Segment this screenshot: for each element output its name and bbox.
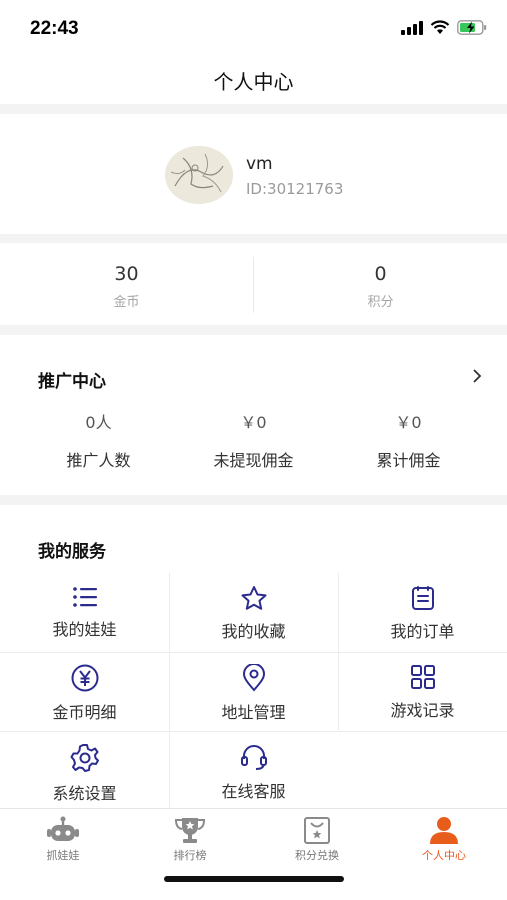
service-settings[interactable]: 系统设置 bbox=[0, 731, 169, 810]
signal-icon bbox=[401, 20, 423, 35]
home-indicator bbox=[164, 876, 344, 882]
service-label: 金币明细 bbox=[52, 703, 117, 722]
yen-coin-icon bbox=[71, 664, 98, 692]
battery-charging-icon bbox=[457, 20, 487, 35]
tab-label: 排行榜 bbox=[173, 849, 207, 862]
tab-points-exchange[interactable]: 积分兑换 bbox=[254, 815, 380, 863]
promo-value: 0人 bbox=[85, 413, 112, 432]
tab-leaderboard[interactable]: 排行榜 bbox=[127, 815, 253, 863]
services-title: 我的服务 bbox=[38, 542, 106, 562]
tab-bar: 抓娃娃 排行榜 积分兑换 个人中心 bbox=[0, 808, 507, 900]
nav-bar: 个人中心 bbox=[0, 58, 507, 104]
promo-value: ￥0 bbox=[395, 413, 422, 432]
asset-value: 0 bbox=[374, 263, 387, 285]
asset-label: 积分 bbox=[367, 295, 394, 310]
asset-value: 30 bbox=[114, 263, 139, 285]
gear-icon bbox=[70, 744, 99, 772]
promo-stat-referrals: 0人 推广人数 bbox=[14, 409, 183, 471]
service-address[interactable]: 地址管理 bbox=[169, 652, 338, 731]
promo-label: 累计佣金 bbox=[376, 451, 441, 470]
user-id: ID:30121763 bbox=[246, 180, 344, 198]
services-card: 我的服务 我的娃娃 我的收藏 我的订单 金币明细 地址管理 游戏记录 系统设置 … bbox=[0, 505, 507, 808]
wifi-icon bbox=[430, 20, 450, 34]
list-icon bbox=[72, 587, 97, 607]
promo-stat-total: ￥0 累计佣金 bbox=[324, 409, 493, 471]
asset-points[interactable]: 0 积分 bbox=[254, 243, 507, 325]
location-pin-icon bbox=[242, 664, 265, 692]
promo-title[interactable]: 推广中心 bbox=[38, 367, 106, 392]
status-bar: 22:43 bbox=[0, 0, 507, 58]
service-my-favorites[interactable]: 我的收藏 bbox=[169, 573, 338, 652]
promo-value: ￥0 bbox=[240, 413, 267, 432]
service-my-dolls[interactable]: 我的娃娃 bbox=[0, 573, 169, 652]
promo-stat-unwithdrawn: ￥0 未提现佣金 bbox=[169, 409, 338, 471]
person-icon bbox=[430, 817, 458, 844]
tab-label: 积分兑换 bbox=[295, 849, 339, 862]
exchange-bag-icon bbox=[304, 817, 330, 844]
service-label: 我的收藏 bbox=[221, 622, 286, 641]
star-icon bbox=[241, 586, 266, 610]
status-time: 22:43 bbox=[30, 18, 79, 39]
service-label: 游戏记录 bbox=[390, 701, 455, 720]
tab-label: 抓娃娃 bbox=[46, 849, 80, 862]
chevron-right-icon[interactable] bbox=[472, 368, 482, 384]
order-icon bbox=[411, 586, 434, 610]
service-label: 我的订单 bbox=[390, 622, 455, 641]
service-label: 在线客服 bbox=[221, 782, 286, 801]
service-customer-support[interactable]: 在线客服 bbox=[169, 731, 338, 810]
grid-icon bbox=[410, 665, 435, 689]
robot-icon bbox=[47, 816, 79, 841]
service-label: 我的娃娃 bbox=[52, 620, 117, 639]
trophy-icon bbox=[174, 818, 206, 843]
asset-coins[interactable]: 30 金币 bbox=[0, 243, 253, 325]
username: vm bbox=[246, 154, 273, 174]
promo-label: 推广人数 bbox=[66, 451, 131, 470]
promo-label: 未提现佣金 bbox=[213, 451, 294, 470]
status-icons bbox=[401, 20, 487, 35]
asset-label: 金币 bbox=[113, 295, 140, 310]
service-label: 系统设置 bbox=[52, 784, 117, 803]
service-label: 地址管理 bbox=[221, 703, 286, 722]
avatar[interactable] bbox=[165, 146, 233, 204]
service-game-records[interactable]: 游戏记录 bbox=[338, 652, 507, 731]
service-my-orders[interactable]: 我的订单 bbox=[338, 573, 507, 652]
promo-card: 推广中心 0人 推广人数 ￥0 未提现佣金 ￥0 累计佣金 bbox=[0, 335, 507, 495]
tab-profile[interactable]: 个人中心 bbox=[381, 815, 507, 863]
headset-icon bbox=[240, 745, 267, 770]
page-title: 个人中心 bbox=[213, 70, 294, 94]
tab-claw-machine[interactable]: 抓娃娃 bbox=[0, 815, 126, 863]
tab-label: 个人中心 bbox=[422, 849, 466, 862]
service-coin-details[interactable]: 金币明细 bbox=[0, 652, 169, 731]
profile-card[interactable]: vm ID:30121763 bbox=[0, 114, 507, 234]
assets-card: 30 金币 0 积分 bbox=[0, 243, 507, 325]
